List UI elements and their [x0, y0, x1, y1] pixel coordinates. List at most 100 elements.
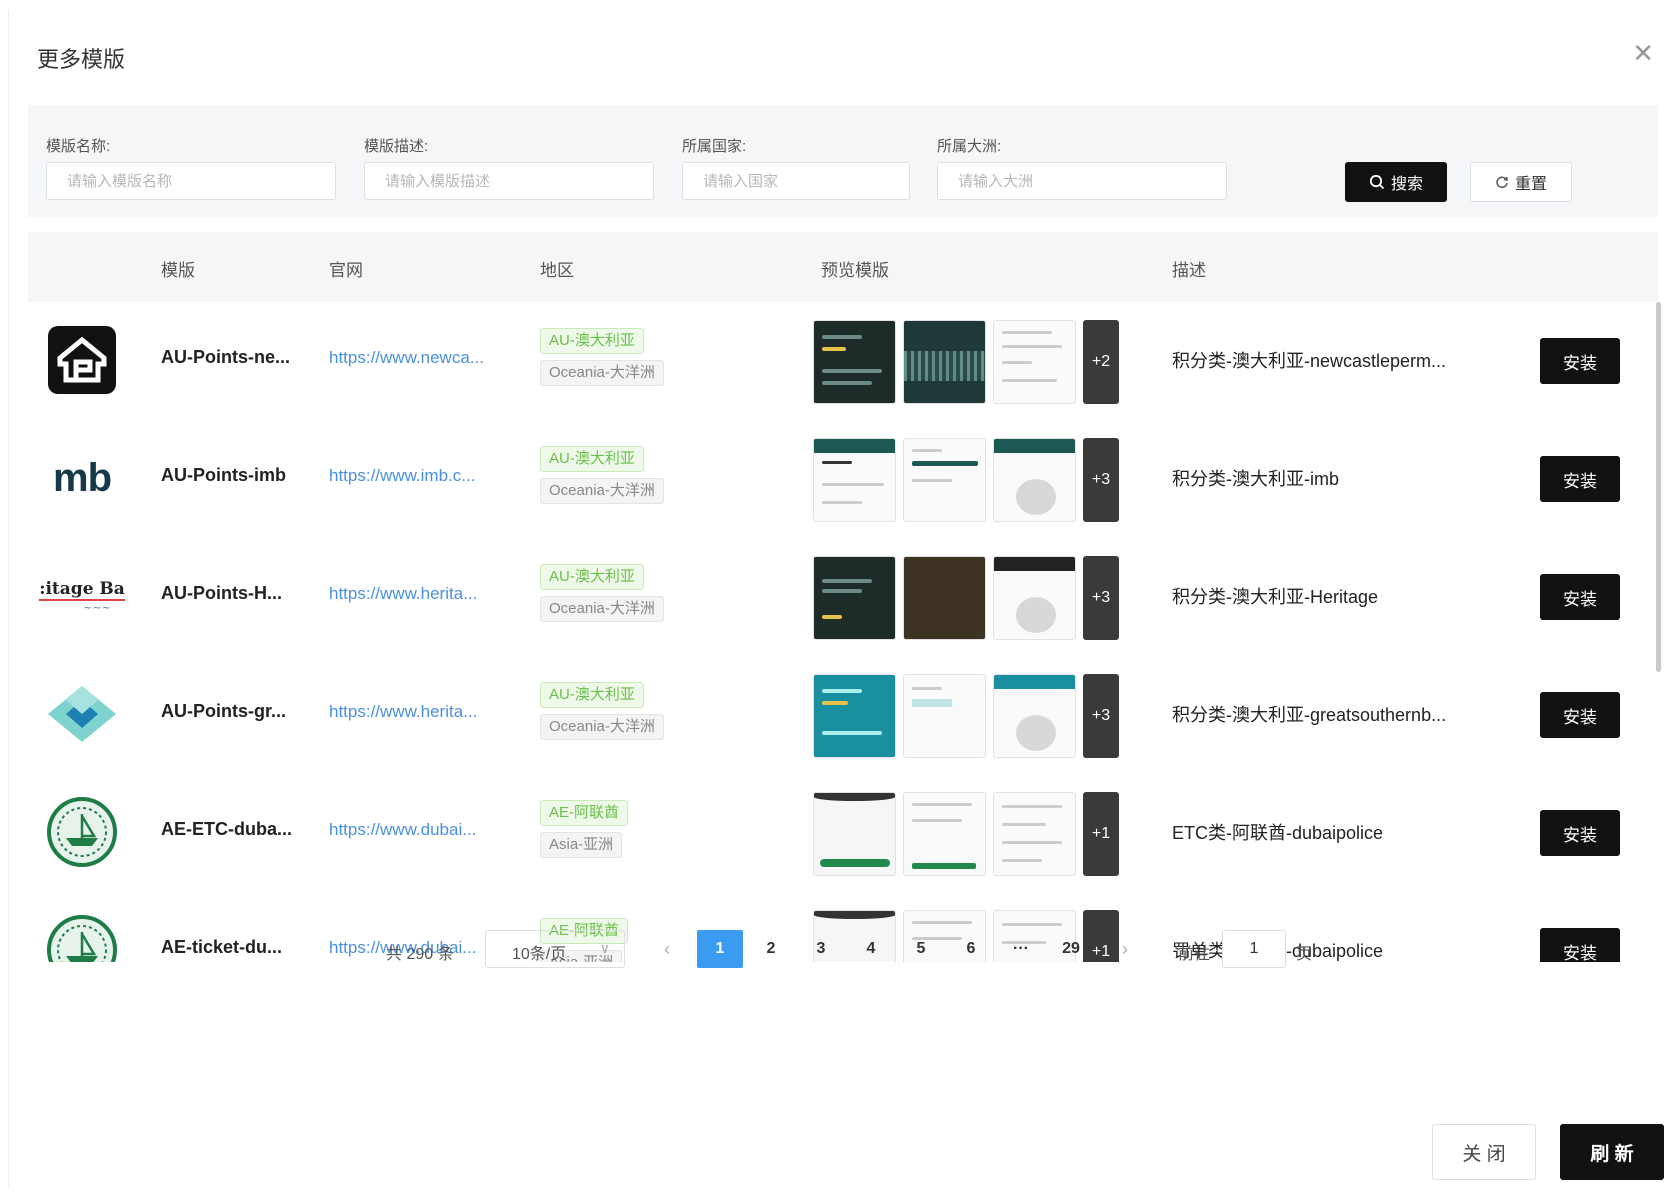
column-template: 模版: [161, 261, 195, 280]
heritage-logo-text: :itage Ba: [39, 578, 125, 601]
house-logo-icon: [44, 322, 120, 398]
country-tag: AU-澳大利亚: [540, 328, 644, 354]
search-button[interactable]: 搜索: [1345, 162, 1447, 202]
total-count: 共 290 条: [386, 946, 454, 963]
template-description: 积分类-澳大利亚-Heritage: [1172, 587, 1379, 607]
template-description: 积分类-澳大利亚-newcastleperm...: [1172, 351, 1447, 371]
install-button[interactable]: 安装: [1540, 338, 1620, 384]
dubai-police-logo-icon: [44, 794, 120, 870]
website-link[interactable]: https://www.imb.c...: [329, 466, 475, 486]
template-name: AU-Points-gr...: [161, 701, 286, 721]
more-previews-button[interactable]: +1: [1083, 792, 1119, 876]
table-row: mb AU-Points-imb https://www.imb.c... AU…: [28, 420, 1658, 538]
template-description: ETC类-阿联酋-dubaipolice: [1172, 823, 1384, 843]
country-tag: AU-澳大利亚: [540, 682, 644, 708]
website-link[interactable]: https://www.newca...: [329, 348, 484, 368]
website-link[interactable]: https://www.dubai...: [329, 820, 476, 840]
country-tag: AU-澳大利亚: [540, 446, 644, 472]
template-name: AU-Points-ne...: [161, 347, 290, 367]
website-link[interactable]: https://www.herita...: [329, 702, 477, 722]
more-previews-button[interactable]: +3: [1083, 556, 1119, 640]
prev-page-icon[interactable]: ‹: [644, 930, 690, 968]
preview-thumbnail[interactable]: [903, 792, 986, 876]
preview-thumbnails: +3: [813, 438, 1119, 522]
filter-bar: 模版名称: 模版描述: 所属国家: 所属大洲: 搜索 重置: [28, 105, 1658, 217]
preview-thumbnails: +3: [813, 556, 1119, 640]
install-button[interactable]: 安装: [1540, 810, 1620, 856]
continent-tag: Oceania-大洋洲: [540, 478, 664, 504]
more-previews-button[interactable]: +3: [1083, 438, 1119, 522]
template-name-label: 模版名称:: [46, 138, 111, 155]
country-tag: AU-澳大利亚: [540, 564, 644, 590]
preview-thumbnail[interactable]: [813, 556, 896, 640]
page-number[interactable]: 2: [748, 930, 794, 968]
template-name-input[interactable]: [46, 162, 336, 200]
page-ellipsis[interactable]: ···: [998, 930, 1044, 968]
column-website: 官网: [329, 261, 363, 280]
more-previews-button[interactable]: +3: [1083, 674, 1119, 758]
table-body: AU-Points-ne... https://www.newca... AU-…: [28, 302, 1658, 962]
preview-thumbnail[interactable]: [903, 674, 986, 758]
page-number[interactable]: 3: [798, 930, 844, 968]
reset-button[interactable]: 重置: [1470, 162, 1572, 202]
install-button[interactable]: 安装: [1540, 574, 1620, 620]
close-button[interactable]: 关 闭: [1432, 1124, 1536, 1180]
table-header: 模版 官网 地区 预览模版 描述: [28, 232, 1658, 302]
preview-thumbnail[interactable]: [993, 320, 1076, 404]
preview-thumbnail[interactable]: [903, 556, 986, 640]
goto-label: 前往: [1178, 946, 1211, 963]
search-icon: [1369, 174, 1385, 190]
heritage-logo-icon: :itage Ba ~~~: [39, 558, 125, 634]
refresh-button[interactable]: 刷 新: [1560, 1124, 1664, 1180]
preview-thumbnail[interactable]: [993, 674, 1076, 758]
chevron-down-icon: ∨: [599, 940, 610, 956]
page-size-select[interactable]: 10条/页 ∨: [485, 930, 625, 968]
website-link[interactable]: https://www.herita...: [329, 584, 477, 604]
preview-thumbnail[interactable]: [813, 792, 896, 876]
preview-thumbnail[interactable]: [813, 674, 896, 758]
goto-page-input[interactable]: [1222, 930, 1286, 968]
heritage-logo-script: ~~~: [83, 600, 111, 614]
template-name: AU-Points-imb: [161, 465, 286, 485]
table-row: :itage Ba ~~~ AU-Points-H... https://www…: [28, 538, 1658, 656]
page-unit-label: 页: [1296, 946, 1313, 963]
template-desc-label: 模版描述:: [364, 138, 429, 155]
page-number[interactable]: 4: [848, 930, 894, 968]
diamond-logo-icon: [44, 676, 120, 752]
continent-tag: Oceania-大洋洲: [540, 360, 664, 386]
search-button-label: 搜索: [1390, 176, 1423, 193]
preview-thumbnail[interactable]: [993, 792, 1076, 876]
template-description: 积分类-澳大利亚-greatsouthernb...: [1172, 705, 1447, 725]
preview-thumbnail[interactable]: [903, 438, 986, 522]
preview-thumbnail[interactable]: [813, 320, 896, 404]
pagination: 共 290 条 10条/页 ∨ ‹ 1 2 3 4 5 6 ··· 29 › 前…: [0, 930, 1674, 970]
page-number[interactable]: 29: [1048, 930, 1094, 968]
continent-tag: Oceania-大洋洲: [540, 596, 664, 622]
install-button[interactable]: 安装: [1540, 692, 1620, 738]
page-size-value: 10条/页: [512, 946, 567, 963]
country-input[interactable]: [682, 162, 910, 200]
page-number[interactable]: 6: [948, 930, 994, 968]
column-region: 地区: [540, 261, 574, 280]
preview-thumbnail[interactable]: [993, 438, 1076, 522]
close-icon[interactable]: ✕: [1632, 40, 1654, 66]
template-desc-input[interactable]: [364, 162, 654, 200]
dialog-title: 更多模版: [37, 47, 126, 72]
refresh-icon: [1496, 176, 1508, 189]
preview-thumbnails: +2: [813, 320, 1119, 404]
continent-tag: Asia-亚洲: [540, 832, 623, 858]
page-number[interactable]: 1: [697, 930, 743, 968]
next-page-icon[interactable]: ›: [1102, 930, 1148, 968]
country-tag: AE-阿联酋: [540, 800, 629, 826]
more-previews-button[interactable]: +2: [1083, 320, 1119, 404]
table-row: AE-ETC-duba... https://www.dubai... AE-阿…: [28, 774, 1658, 892]
preview-thumbnail[interactable]: [813, 438, 896, 522]
preview-thumbnail[interactable]: [903, 320, 986, 404]
preview-thumbnails: +1: [813, 792, 1119, 876]
table-scrollbar[interactable]: [1656, 302, 1661, 672]
page-number[interactable]: 5: [898, 930, 944, 968]
preview-thumbnail[interactable]: [993, 556, 1076, 640]
column-description: 描述: [1172, 261, 1206, 280]
install-button[interactable]: 安装: [1540, 456, 1620, 502]
continent-input[interactable]: [937, 162, 1227, 200]
